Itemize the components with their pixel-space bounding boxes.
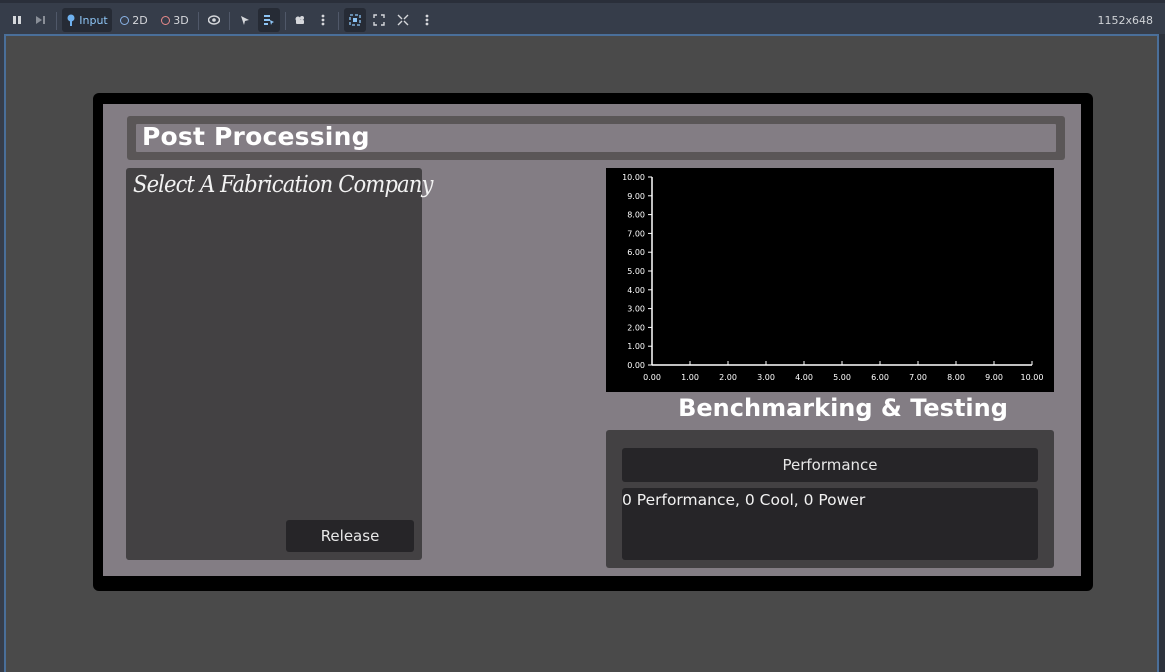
embed-icon [349,14,361,26]
joystick-icon [67,14,75,26]
more-vertical-icon [425,14,429,26]
y-tick-label: 7.00 [627,229,645,238]
toolbar-divider [56,12,57,30]
x-tick-label: 10.00 [1021,373,1044,382]
benchmark-result: 0 Performance, 0 Cool, 0 Power [622,491,866,509]
side-panel-edge [1159,34,1165,672]
toolbar-divider [198,12,199,30]
pause-button[interactable] [8,8,26,32]
visibility-button[interactable] [204,8,224,32]
3d-icon [161,15,171,25]
fullscreen-icon [397,14,409,26]
fit-button[interactable] [370,8,388,32]
toolbar-divider [338,12,339,30]
y-tick-label: 10.00 [622,173,645,182]
embed-window-button[interactable] [344,8,366,32]
list-select-icon [264,15,274,25]
step-frame-button[interactable] [31,8,49,32]
resolution-label: 1152x648 [1097,14,1154,27]
performance-button[interactable]: Performance [622,448,1038,482]
x-tick-label: 0.00 [643,373,661,382]
mode-3d-button[interactable]: 3D [158,8,192,32]
camera-icon [295,16,304,24]
more-vertical-icon [321,14,325,26]
page-title: Post Processing [142,122,370,151]
x-tick-label: 1.00 [681,373,699,382]
benchmark-title: Benchmarking & Testing [678,394,1008,422]
y-tick-label: 8.00 [627,211,645,220]
mode-2d-button[interactable]: 2D [118,8,150,32]
y-tick-label: 5.00 [627,267,645,276]
x-tick-label: 8.00 [947,373,965,382]
editor-toolbar: Input 2D 3D 1152x648 [0,0,1165,36]
cursor-icon [241,15,249,25]
select-button[interactable] [235,8,255,32]
y-tick-label: 4.00 [627,286,645,295]
x-tick-label: 5.00 [833,373,851,382]
y-tick-label: 2.00 [627,323,645,332]
embed-options-button[interactable] [420,8,434,32]
x-tick-label: 4.00 [795,373,813,382]
camera-options-button[interactable] [316,8,330,32]
x-tick-label: 3.00 [757,373,775,382]
input-label: Input [79,13,108,27]
y-tick-label: 0.00 [627,361,645,370]
x-tick-label: 6.00 [871,373,889,382]
y-tick-label: 1.00 [627,342,645,351]
benchmark-chart: 0.00 1.00 2.00 3.00 4.00 5.00 6.00 7.00 8.00 9.00… [606,168,1054,392]
chart-svg: 0.00 1.00 2.00 3.00 4.00 5.00 6.00 7.00 8.00 9.00… [622,173,1044,382]
toolbar-divider [285,12,286,30]
mode-3d-label: 3D [173,13,189,27]
camera-button[interactable] [290,8,310,32]
fullscreen-button[interactable] [394,8,412,32]
input-toggle-button[interactable]: Input [62,8,112,32]
toolbar-divider [229,12,230,30]
eye-icon [208,15,220,25]
x-tick-label: 9.00 [985,373,1003,382]
x-tick-label: 2.00 [719,373,737,382]
mode-2d-label: 2D [132,13,148,27]
y-tick-label: 9.00 [627,192,645,201]
expand-icon [373,14,385,26]
x-tick-label: 7.00 [909,373,927,382]
y-tick-label: 3.00 [627,305,645,314]
y-tick-label: 6.00 [627,248,645,257]
fabrication-panel [126,168,422,560]
2d-icon [120,15,130,25]
fabrication-heading: Select A Fabrication Company [133,172,433,198]
release-button[interactable]: Release [286,520,414,552]
pause-icon [13,16,21,24]
list-select-button[interactable] [258,8,280,32]
step-icon [35,16,45,24]
